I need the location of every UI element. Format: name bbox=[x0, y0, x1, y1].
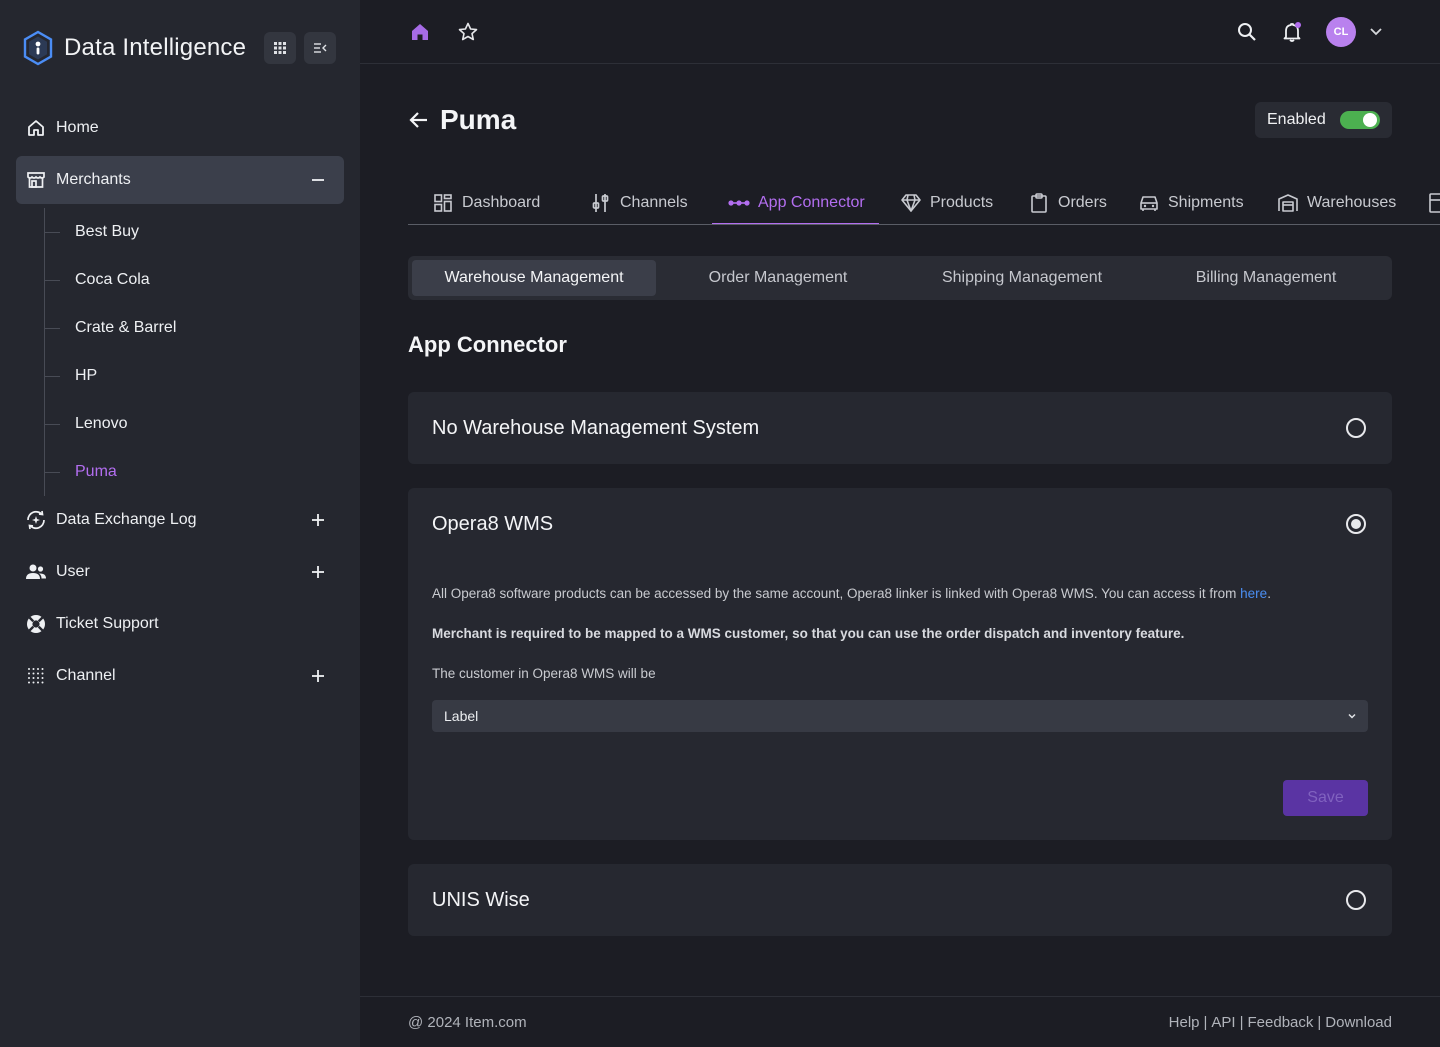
sidebar-item-channel[interactable]: Channel bbox=[16, 652, 344, 700]
opera8-description: All Opera8 software products can be acce… bbox=[432, 586, 1271, 601]
tab-shipments[interactable]: Shipments bbox=[1138, 186, 1244, 224]
back-arrow-icon[interactable] bbox=[408, 109, 430, 131]
opera8-here-link[interactable]: here bbox=[1240, 586, 1267, 601]
lifebuoy-icon bbox=[24, 612, 48, 636]
sidebar-item-label: User bbox=[56, 563, 90, 580]
sidebar-item-user[interactable]: User bbox=[16, 548, 344, 596]
tab-channels[interactable]: Channels bbox=[590, 186, 688, 224]
grid-icon bbox=[274, 42, 286, 54]
option-radio-opera8[interactable] bbox=[1346, 514, 1366, 534]
option-card-opera8[interactable]: Opera8 WMS All Opera8 software products … bbox=[408, 488, 1392, 840]
save-button[interactable]: Save bbox=[1283, 780, 1368, 816]
management-subtabs: Warehouse Management Order Management Sh… bbox=[408, 256, 1392, 300]
dashboard-icon bbox=[432, 192, 454, 214]
chevron-down-icon bbox=[1346, 710, 1358, 722]
subtab-shipping-management[interactable]: Shipping Management bbox=[900, 260, 1144, 296]
expand-plus-icon[interactable] bbox=[306, 508, 330, 532]
collapse-minus-icon[interactable] bbox=[306, 168, 330, 192]
page-header: Puma bbox=[408, 104, 516, 136]
option-card-unis[interactable]: UNIS Wise bbox=[408, 864, 1392, 936]
tab-app-connector[interactable]: App Connector bbox=[712, 186, 879, 224]
sliders-icon bbox=[590, 192, 612, 214]
search-icon[interactable] bbox=[1235, 20, 1259, 44]
document-icon bbox=[1426, 192, 1440, 214]
merchant-item-best-buy[interactable]: Best Buy bbox=[44, 208, 344, 256]
sidebar-item-label: Merchants bbox=[56, 171, 131, 188]
merchant-item-coca-cola[interactable]: Coca Cola bbox=[44, 256, 344, 304]
sidebar-item-label: Ticket Support bbox=[56, 615, 159, 632]
avatar[interactable]: CL bbox=[1326, 17, 1356, 47]
brand[interactable]: Data Intelligence bbox=[22, 30, 246, 66]
subtab-warehouse-management[interactable]: Warehouse Management bbox=[412, 260, 656, 296]
home-icon bbox=[24, 116, 48, 140]
option-radio-none[interactable] bbox=[1346, 418, 1366, 438]
option-title: Opera8 WMS bbox=[432, 513, 554, 535]
expand-plus-icon[interactable] bbox=[306, 664, 330, 688]
collapse-menu-icon bbox=[314, 43, 327, 53]
merchant-item-crate-barrel[interactable]: Crate & Barrel bbox=[44, 304, 344, 352]
opera8-required-note: Merchant is required to be mapped to a W… bbox=[432, 626, 1185, 641]
clipboard-icon bbox=[1028, 192, 1050, 214]
tab-dashboard[interactable]: Dashboard bbox=[432, 186, 540, 224]
merchant-item-puma[interactable]: Puma bbox=[44, 448, 344, 496]
footer-link-api[interactable]: API bbox=[1211, 1014, 1235, 1031]
wms-customer-select[interactable]: Label bbox=[432, 700, 1368, 732]
footer: @ 2024 Item.com Help | API | Feedback | Dow… bbox=[360, 996, 1440, 1047]
users-icon bbox=[24, 560, 48, 584]
sidebar-item-ticket-support[interactable]: Ticket Support bbox=[16, 600, 344, 648]
expand-plus-icon[interactable] bbox=[306, 560, 330, 584]
select-value: Label bbox=[444, 708, 479, 724]
footer-link-download[interactable]: Download bbox=[1325, 1014, 1392, 1031]
subtab-billing-management[interactable]: Billing Management bbox=[1144, 260, 1388, 296]
tab-overflow[interactable] bbox=[1426, 186, 1440, 224]
connector-dots-icon bbox=[728, 192, 750, 214]
option-title: UNIS Wise bbox=[432, 889, 530, 911]
sidebar-item-label: Data Exchange Log bbox=[56, 511, 197, 528]
footer-link-help[interactable]: Help bbox=[1169, 1014, 1200, 1031]
home-icon[interactable] bbox=[408, 20, 432, 44]
tab-orders[interactable]: Orders bbox=[1028, 186, 1107, 224]
option-card-none[interactable]: No Warehouse Management System bbox=[408, 392, 1392, 464]
chevron-down-icon[interactable] bbox=[1364, 20, 1388, 44]
merchants-submenu: Best Buy Coca Cola Crate & Barrel HP Len… bbox=[44, 208, 344, 496]
page-title: Puma bbox=[440, 104, 517, 135]
enabled-label: Enabled bbox=[1267, 111, 1326, 128]
option-title: No Warehouse Management System bbox=[432, 417, 760, 439]
sidebar-nav: Home Merchants Best Buy Coca Cola Crate … bbox=[16, 104, 344, 704]
sync-sparkle-icon bbox=[24, 508, 48, 532]
sidebar-item-label: Channel bbox=[56, 667, 116, 684]
sidebar-item-label: Home bbox=[56, 119, 99, 136]
tab-products[interactable]: Products bbox=[900, 186, 993, 224]
star-icon[interactable] bbox=[456, 20, 480, 44]
collapse-sidebar-button[interactable] bbox=[304, 32, 336, 64]
storefront-icon bbox=[24, 168, 48, 192]
enabled-toggle-box[interactable]: Enabled bbox=[1255, 102, 1392, 138]
footer-links: Help | API | Feedback | Download bbox=[1168, 1014, 1392, 1031]
sidebar: Data Intelligence Home Merchants Best Bu… bbox=[0, 0, 360, 1047]
enabled-toggle[interactable] bbox=[1340, 111, 1380, 129]
hexagon-logo-icon bbox=[22, 30, 54, 66]
diamond-icon bbox=[900, 192, 922, 214]
warehouse-icon bbox=[1277, 192, 1299, 214]
tab-warehouses[interactable]: Warehouses bbox=[1277, 186, 1396, 224]
sidebar-item-data-exchange-log[interactable]: Data Exchange Log bbox=[16, 496, 344, 544]
sidebar-item-merchants[interactable]: Merchants bbox=[16, 156, 344, 204]
dot-grid-icon bbox=[24, 664, 48, 688]
merchant-item-lenovo[interactable]: Lenovo bbox=[44, 400, 344, 448]
apps-grid-button[interactable] bbox=[264, 32, 296, 64]
sidebar-item-home[interactable]: Home bbox=[16, 104, 344, 152]
merchant-item-hp[interactable]: HP bbox=[44, 352, 344, 400]
opera8-customer-label: The customer in Opera8 WMS will be bbox=[432, 666, 656, 681]
topbar: CL bbox=[360, 0, 1440, 64]
footer-link-feedback[interactable]: Feedback bbox=[1248, 1014, 1314, 1031]
section-title: App Connector bbox=[408, 332, 567, 357]
subtab-order-management[interactable]: Order Management bbox=[656, 260, 900, 296]
bell-icon[interactable] bbox=[1280, 20, 1304, 44]
merchant-tabs: Dashboard Channels App Connector Product… bbox=[408, 186, 1440, 225]
car-icon bbox=[1138, 192, 1160, 214]
brand-name: Data Intelligence bbox=[64, 34, 247, 61]
option-radio-unis[interactable] bbox=[1346, 890, 1366, 910]
copyright: @ 2024 Item.com bbox=[408, 1014, 527, 1031]
